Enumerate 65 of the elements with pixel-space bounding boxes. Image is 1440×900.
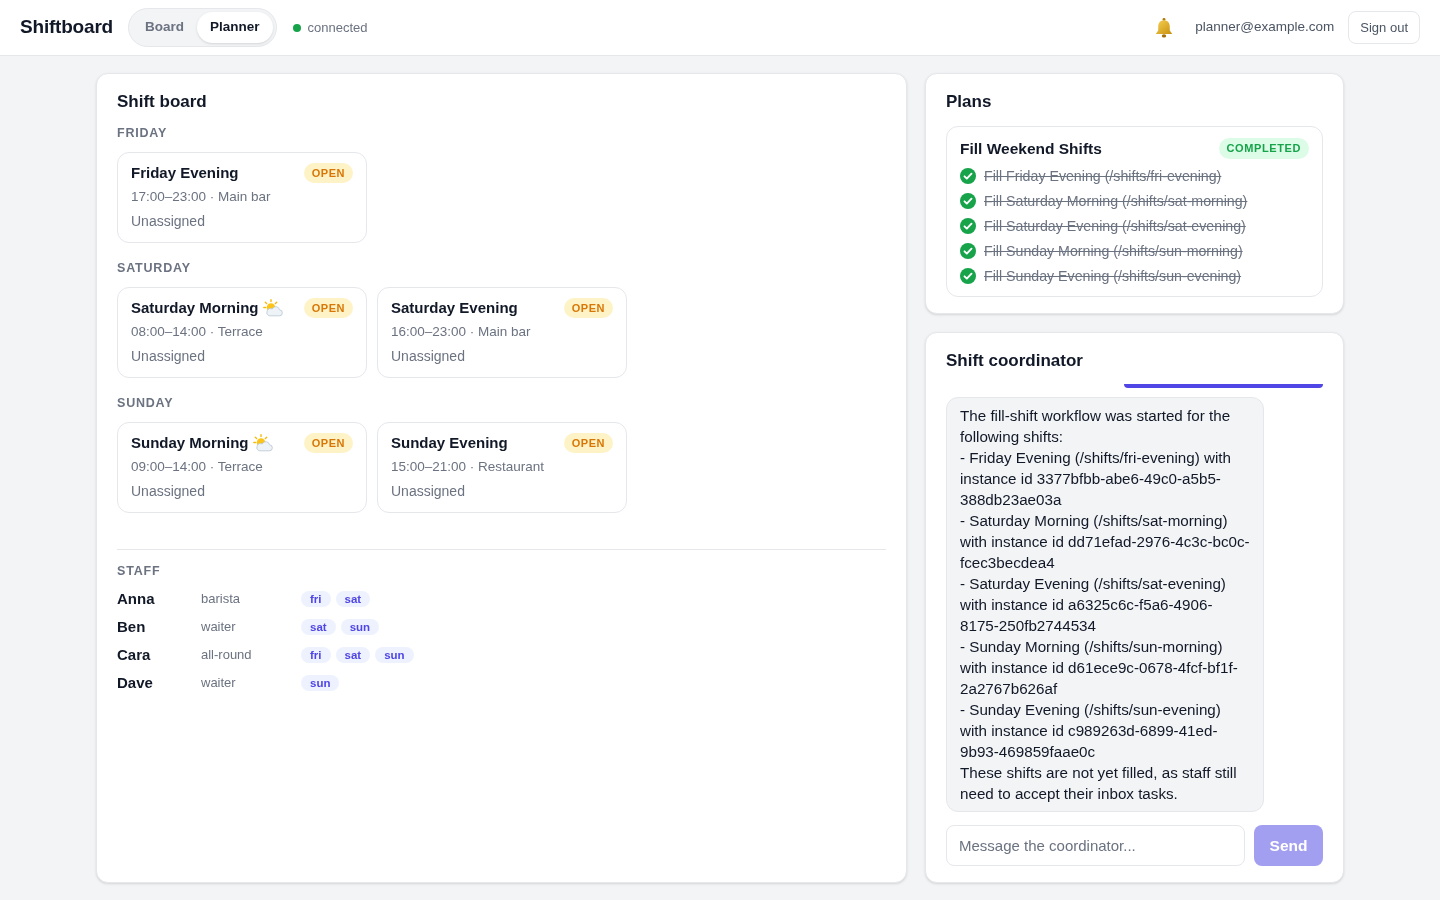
shift-title: Sunday Morning [131,432,249,453]
staff-name: Anna [117,588,156,609]
sign-out-button[interactable]: Sign out [1348,10,1420,45]
plan-status-badge: COMPLETED [1218,138,1309,159]
status-badge: OPEN [303,297,353,319]
shift-time-location: 16:00–23:00 · Main bar [391,323,532,341]
staff-role: barista [201,590,242,609]
shift-card[interactable]: Saturday Evening OPEN 16:00–23:00 · Main bar Unassigned [377,287,627,378]
assistant-message: The fill-shift workflow was started for the following shifts: - Friday Evening (/shifts/fri-evening) with instance id 3377bfbb-abe6-49c0-a5b5-388db23ae03a - Saturday Morning (/shifts/sat-morning) with instance id dd71efad-2976-4c3c-bc0c-fcec3becdea4 - Saturday Evening (/shifts/sat-evening) with instance id a6325c6c-f5a6-4906-8175-250fb2744534 - Sunday Morning (/shifts/sun-morning) with instance id d61ece9c-0678-4fcf-bf1f-2a2767b626af - Sunday Evening (/shifts/sun-evening) with instance id c989263d-6899-41ed-9b93-469859faae0c These shifts are not yet filled, as staff still need to accept their inbox tasks. [946,397,1264,812]
shift-assignee: Unassigned [391,482,466,501]
panel-title: Plans [946,91,993,113]
staff-name: Cara [117,644,152,665]
staff-name: Ben [117,616,147,637]
staff-role: waiter [201,618,237,637]
day-heading: FRIDAY [117,125,169,142]
plan-step: Fill Friday Evening (/shifts/fri-evening) [984,166,1222,186]
day-tag: sat [335,591,371,607]
shift-assignee: Unassigned [131,212,206,231]
view-tab[interactable]: Board [132,12,197,43]
shift-title: Saturday Morning [131,297,259,318]
panel-title: Shift board [117,91,208,113]
shift-title: Sunday Evening [391,432,508,453]
shift-assignee: Unassigned [391,347,466,366]
staff-role: waiter [201,674,237,693]
shift-time-location: 17:00–23:00 · Main bar [131,188,272,206]
shift-time-location: 08:00–14:00 · Terrace [131,323,264,341]
status-badge: OPEN [303,432,353,454]
message-input[interactable]: Message the coordinator... [946,825,1245,866]
staff-heading: STAFF [117,563,162,580]
day-tag: sun [375,647,414,663]
day-heading: SUNDAY [117,395,175,412]
status-badge: OPEN [563,297,613,319]
shift-card[interactable]: Sunday Evening OPEN 15:00–21:00 · Restaurant Unassigned [377,422,627,513]
shift-title: Saturday Evening [391,297,518,318]
plan-step: Fill Saturday Morning (/shifts/sat-morning) [984,191,1248,211]
shift-time-location: 15:00–21:00 · Restaurant [391,458,546,476]
day-tag: sat [335,647,371,663]
status-badge: OPEN [563,432,613,454]
shift-card[interactable]: Saturday Morning OPEN 08:00–14:00 · Terrace Unassigned [117,287,367,378]
panel-title: Shift coordinator [946,350,1084,372]
app-title: Shiftboard [20,15,113,40]
day-tag: fri [301,647,331,663]
day-tag: sat [301,619,336,635]
user-email: planner@example.com [1195,18,1335,37]
plan-step: Fill Sunday Evening (/shifts/sun-evening) [984,266,1242,286]
day-tag: sun [301,675,340,691]
shift-card[interactable]: Sunday Morning OPEN 09:00–14:00 · Terrace Unassigned [117,422,367,513]
status-badge: OPEN [303,162,353,184]
day-heading: SATURDAY [117,260,192,277]
shift-assignee: Unassigned [131,482,206,501]
plan-title: Fill Weekend Shifts [960,138,1102,159]
shift-time-location: 09:00–14:00 · Terrace [131,458,264,476]
shift-title: Friday Evening [131,162,239,183]
view-tab[interactable]: Planner [197,12,273,43]
sun-behind-cloud-icon [262,299,283,317]
connection-status: connected [307,18,368,37]
shift-card[interactable]: Friday Evening OPEN 17:00–23:00 · Main bar Unassigned [117,152,367,243]
shift-assignee: Unassigned [131,347,206,366]
staff-name: Dave [117,672,154,693]
day-tag: fri [301,591,331,607]
staff-role: all-round [201,646,253,665]
sun-behind-cloud-icon [252,434,273,452]
plan-step: Fill Saturday Evening (/shifts/sat-evening) [984,216,1246,236]
plan-step: Fill Sunday Morning (/shifts/sun-morning) [984,241,1243,261]
day-tag: sun [340,619,380,635]
